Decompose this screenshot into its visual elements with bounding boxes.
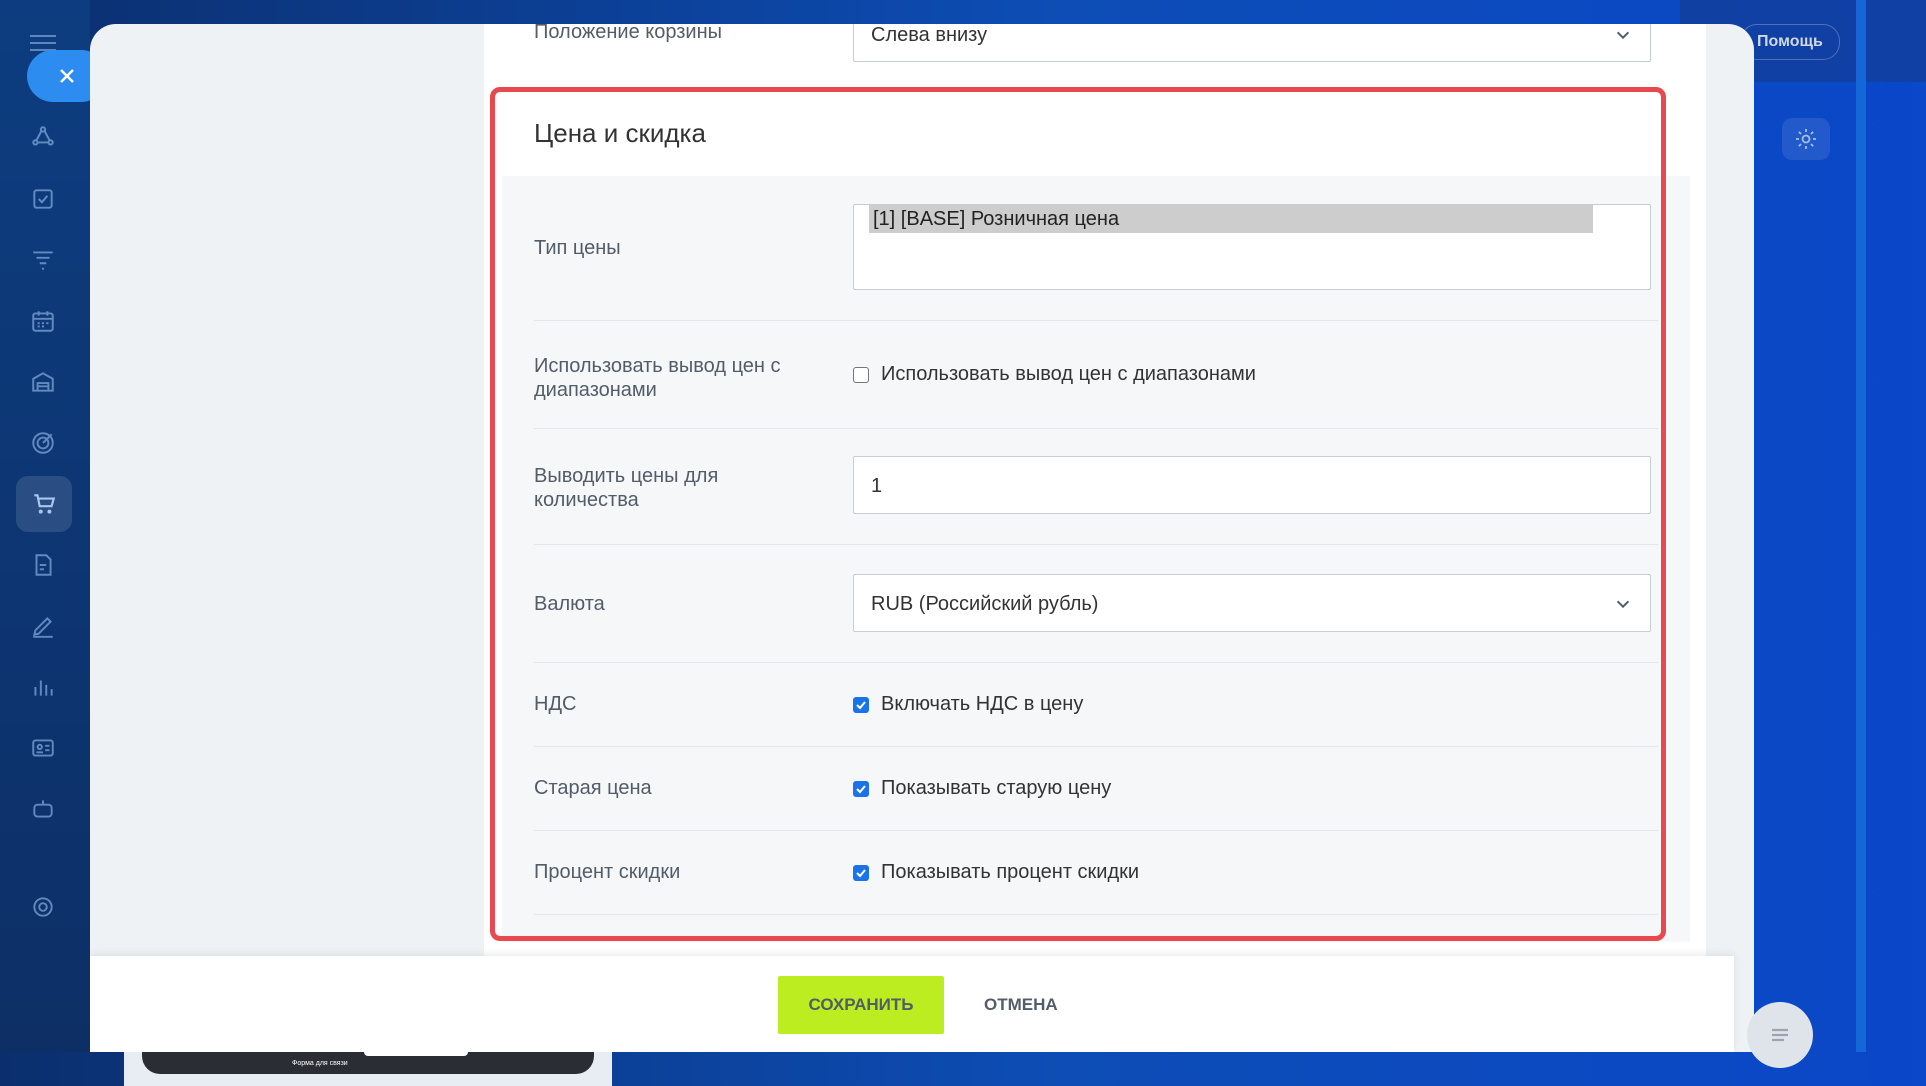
price-type-label: Тип цены <box>534 237 621 259</box>
checkbox-checked[interactable] <box>853 864 869 881</box>
robot-icon <box>33 800 53 818</box>
checkbox-checked[interactable] <box>853 780 869 797</box>
currency-label: Валюта <box>534 593 605 615</box>
price-type-row: Тип цены [1] [BASE] Розничная цена <box>534 176 1658 321</box>
price-type-option[interactable]: [1] [BASE] Розничная цена <box>869 205 1593 233</box>
discount-percent-row: Процент скидки Показывать процент скидки <box>534 830 1658 915</box>
section-header: Цена и скидка <box>502 90 1690 176</box>
price-discount-section: Цена и скидка Тип цены [1] [BASE] Рознич… <box>502 90 1690 942</box>
discount-percent-checkbox[interactable]: Показывать процент скидки <box>853 861 1139 884</box>
sidebar-item-robots[interactable] <box>26 792 60 826</box>
pen-icon <box>32 617 53 638</box>
left-sidebar <box>0 0 90 1052</box>
chevron-down-icon <box>1614 575 1634 633</box>
old-price-checkbox[interactable]: Показывать старую цену <box>853 777 1111 800</box>
network-icon <box>32 126 54 146</box>
sidebar-item-crm[interactable] <box>26 120 60 154</box>
checkbox-checked[interactable] <box>853 696 869 713</box>
cart-icon <box>34 494 56 514</box>
vat-checkbox-label: Включать НДС в цену <box>881 693 1084 715</box>
warehouse-icon <box>32 372 54 392</box>
gear-icon <box>1796 129 1816 149</box>
sidebar-item-calendar[interactable] <box>26 304 60 338</box>
sidebar-item-documents[interactable] <box>26 548 60 582</box>
right-edge-strip <box>1856 0 1866 1052</box>
check-icon <box>856 784 866 793</box>
check-icon <box>856 868 866 877</box>
document-edit-icon <box>35 554 52 576</box>
close-icon <box>60 69 74 83</box>
target-icon <box>32 432 54 454</box>
sidebar-item-shop[interactable] <box>16 476 72 532</box>
checkbox-icon <box>33 189 53 209</box>
basket-position-label: Положение корзины <box>534 24 723 43</box>
sidebar-item-funnel[interactable] <box>26 243 60 277</box>
sidebar-item-tasks[interactable] <box>26 182 60 216</box>
filter-icon <box>33 251 53 270</box>
cancel-button[interactable]: ОТМЕНА <box>970 976 1072 1034</box>
settings-slider-panel: Положение корзины Слева внизу Цена и ски… <box>90 24 1754 1052</box>
help-button[interactable]: Помощь <box>1740 24 1840 60</box>
check-icon <box>856 700 866 709</box>
discount-percent-label: Процент скидки <box>534 861 681 883</box>
form-footer: СОХРАНИТЬ ОТМЕНА <box>90 956 1734 1052</box>
quantity-input[interactable]: 1 <box>853 456 1651 514</box>
sidebar-item-analytics[interactable] <box>26 670 60 704</box>
settings-gear-button[interactable] <box>1782 118 1830 160</box>
gear-icon <box>33 897 53 917</box>
basket-position-row: Положение корзины Слева внизу <box>484 24 1706 64</box>
thumbnail-caption: Форма для связи <box>292 1060 348 1067</box>
basket-position-value: Слева внизу <box>871 24 988 46</box>
chat-button[interactable] <box>1747 1002 1813 1068</box>
quantity-label: Выводить цены для количества <box>534 465 719 511</box>
vat-checkbox[interactable]: Включать НДС в цену <box>853 693 1083 716</box>
price-type-multiselect[interactable]: [1] [BASE] Розничная цена <box>853 204 1651 290</box>
vat-row: НДС Включать НДС в цену <box>534 662 1658 747</box>
bar-chart-icon <box>34 680 53 696</box>
chat-icon <box>1772 1028 1788 1042</box>
chevron-down-icon <box>1614 24 1634 63</box>
sidebar-item-inventory[interactable] <box>26 365 60 399</box>
currency-value: RUB (Российский рубль) <box>871 593 1099 615</box>
save-button[interactable]: СОХРАНИТЬ <box>778 976 944 1034</box>
sidebar-item-contacts[interactable] <box>26 731 60 765</box>
discount-percent-checkbox-label: Показывать процент скидки <box>881 861 1140 883</box>
use-ranges-checkbox[interactable]: Использовать вывод цен с диапазонами <box>853 363 1256 386</box>
use-ranges-checkbox-label: Использовать вывод цен с диапазонами <box>881 363 1256 385</box>
basket-position-select[interactable]: Слева внизу <box>853 24 1651 62</box>
sidebar-item-settings[interactable] <box>26 890 60 924</box>
old-price-label: Старая цена <box>534 777 652 799</box>
id-card-icon <box>32 739 54 757</box>
use-ranges-label: Использовать вывод цен с диапазонами <box>534 355 781 401</box>
old-price-row: Старая цена Показывать старую цену <box>534 746 1658 831</box>
old-price-checkbox-label: Показывать старую цену <box>881 777 1112 799</box>
quantity-row: Выводить цены для количества 1 <box>534 428 1658 545</box>
currency-row: Валюта RUB (Российский рубль) <box>534 544 1658 663</box>
calendar-icon <box>32 311 54 332</box>
checkbox-unchecked[interactable] <box>853 366 869 383</box>
sidebar-item-marketing[interactable] <box>26 426 60 460</box>
vat-label: НДС <box>534 693 577 715</box>
settings-form: Положение корзины Слева внизу Цена и ски… <box>484 24 1706 956</box>
use-ranges-row: Использовать вывод цен с диапазонами Исп… <box>534 320 1658 429</box>
section-title: Цена и скидка <box>534 118 706 148</box>
currency-select[interactable]: RUB (Российский рубль) <box>853 574 1651 632</box>
sidebar-item-sign[interactable] <box>26 609 60 643</box>
